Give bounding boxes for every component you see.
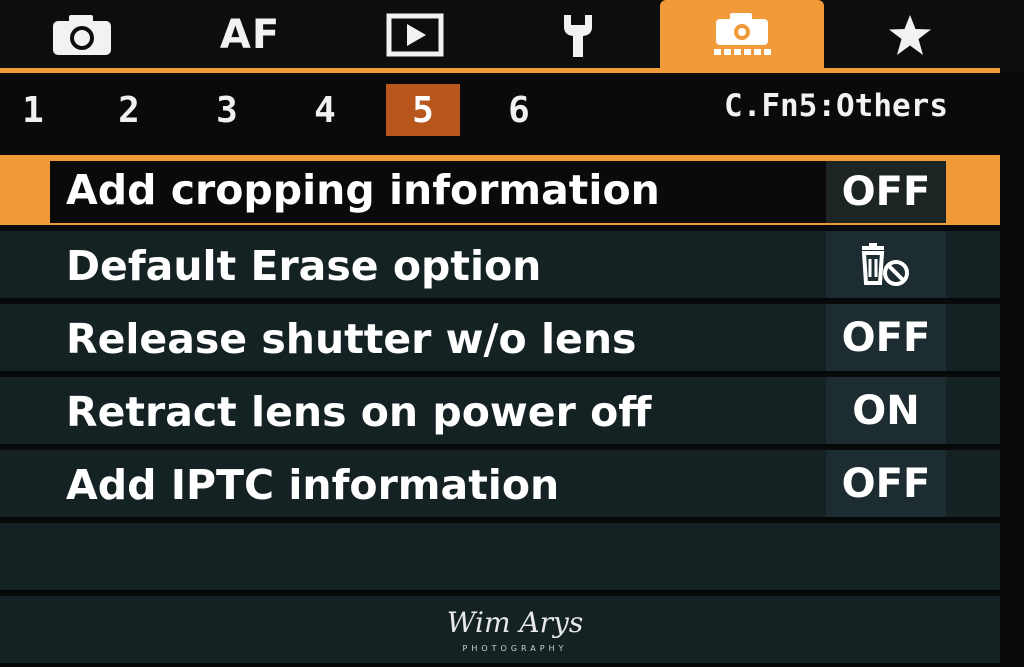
subtab-4[interactable]: 4 [288, 84, 362, 136]
watermark-name: Wim Arys [446, 606, 584, 639]
menu-item-add-cropping-information[interactable]: Add cropping information OFF [0, 155, 1000, 225]
menu-item-label: Add IPTC information [66, 461, 560, 509]
menu-item-label: Default Erase option [66, 242, 542, 290]
tab-shooting[interactable] [40, 0, 124, 70]
menu-item-value [826, 231, 946, 298]
empty-row [0, 523, 1000, 593]
tab-custom-functions[interactable] [660, 0, 824, 70]
playback-icon [386, 13, 444, 57]
star-icon [889, 15, 931, 55]
tab-my-menu[interactable] [878, 0, 942, 70]
wrench-icon [564, 15, 592, 57]
subtab-1[interactable]: 1 [0, 84, 66, 136]
menu-item-value: OFF [826, 304, 946, 371]
section-label: C.Fn5:Others [724, 88, 948, 124]
menu-item-label: Add cropping information [66, 166, 660, 214]
subtab-5[interactable]: 5 [386, 84, 460, 136]
subtab-6[interactable]: 6 [482, 84, 556, 136]
menu-item-value: ON [826, 377, 946, 444]
tab-af-label: AF [219, 12, 281, 58]
subtab-3[interactable]: 3 [190, 84, 264, 136]
menu-item-value: OFF [826, 450, 946, 517]
erase-cancel-icon [861, 242, 909, 286]
menu-item-retract-lens-on-power-off[interactable]: Retract lens on power off ON [0, 377, 1000, 447]
watermark: Wim Arys PHOTOGRAPHY [420, 606, 610, 658]
tab-playback[interactable] [380, 0, 450, 70]
tab-underline [0, 68, 1000, 73]
menu-item-label: Retract lens on power off [66, 388, 652, 436]
menu-item-default-erase-option[interactable]: Default Erase option [0, 231, 1000, 301]
tab-setup[interactable] [548, 0, 608, 70]
menu-item-value: OFF [826, 161, 946, 223]
camera-icon [53, 15, 111, 55]
menu-item-add-iptc-information[interactable]: Add IPTC information OFF [0, 450, 1000, 520]
menu-item-label: Release shutter w/o lens [66, 315, 637, 363]
custom-function-camera-icon [714, 13, 771, 55]
menu-tab-bar: AF [0, 0, 1024, 72]
tab-af[interactable]: AF [205, 0, 295, 70]
subtab-2[interactable]: 2 [92, 84, 166, 136]
watermark-subtitle: PHOTOGRAPHY [462, 644, 568, 653]
menu-item-release-shutter-wo-lens[interactable]: Release shutter w/o lens OFF [0, 304, 1000, 374]
